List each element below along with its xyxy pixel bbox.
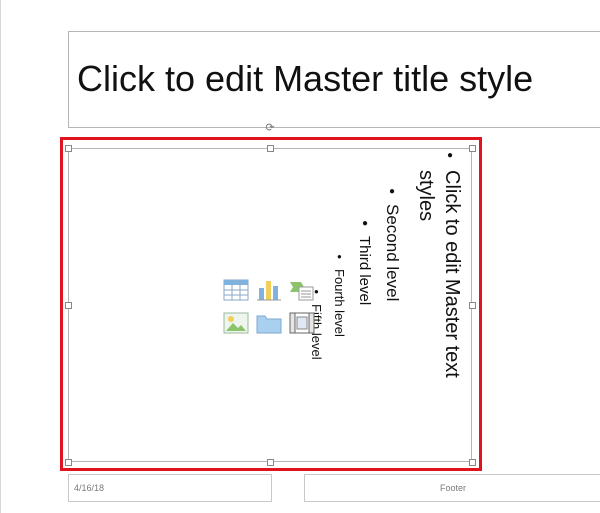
level-2-text: Second level	[383, 204, 402, 302]
title-text: Click to edit Master title style	[77, 58, 534, 99]
smartart-icon[interactable]	[289, 278, 315, 302]
resize-handle-right[interactable]	[469, 302, 476, 309]
bullet-icon: ●	[337, 252, 342, 261]
title-placeholder[interactable]: Click to edit Master title style	[68, 31, 600, 128]
folder-icon[interactable]	[256, 311, 282, 335]
chart-icon[interactable]	[256, 278, 282, 302]
resize-handle-bottom-right[interactable]	[469, 459, 476, 466]
bullet-icon: ●	[389, 186, 396, 197]
level-3-text: Third level	[356, 236, 373, 306]
level-4-text: Fourth level	[332, 269, 347, 337]
level-1-text-wrap: styles	[415, 170, 437, 222]
level-1-text: Click to edit Master text	[441, 170, 463, 378]
resize-handle-top-right[interactable]	[469, 145, 476, 152]
resize-handle-left[interactable]	[65, 302, 72, 309]
footer-text: Footer	[439, 483, 466, 493]
insert-content-icons	[223, 278, 315, 336]
video-icon[interactable]	[289, 311, 315, 335]
rotate-handle-icon[interactable]: ⟳	[264, 122, 276, 134]
table-icon[interactable]	[223, 278, 249, 302]
resize-handle-top-left[interactable]	[65, 145, 72, 152]
date-placeholder[interactable]: 4/16/18	[68, 474, 272, 502]
bullet-icon: ●	[447, 150, 454, 161]
slide-master-canvas[interactable]: Click to edit Master title style ⟳ ● Cli…	[0, 0, 600, 513]
picture-icon[interactable]	[223, 311, 249, 335]
bullet-icon: ●	[362, 218, 369, 229]
footer-placeholder[interactable]: Footer	[304, 474, 600, 502]
resize-handle-top[interactable]	[267, 145, 274, 152]
date-text: 4/16/18	[74, 483, 105, 493]
resize-handle-bottom[interactable]	[267, 459, 274, 466]
resize-handle-bottom-left[interactable]	[65, 459, 72, 466]
